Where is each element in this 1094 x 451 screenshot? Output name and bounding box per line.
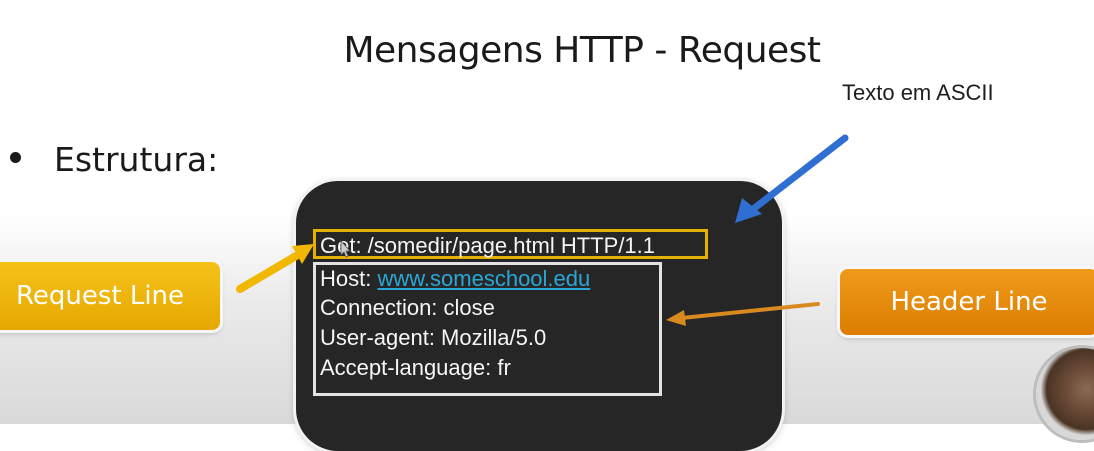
ascii-arrow-icon <box>748 134 849 214</box>
header-line-arrowhead-icon <box>666 310 686 326</box>
request-line-arrow-icon <box>236 252 300 293</box>
annotation-arrows <box>236 134 849 326</box>
header-line-arrow-icon <box>680 302 820 320</box>
